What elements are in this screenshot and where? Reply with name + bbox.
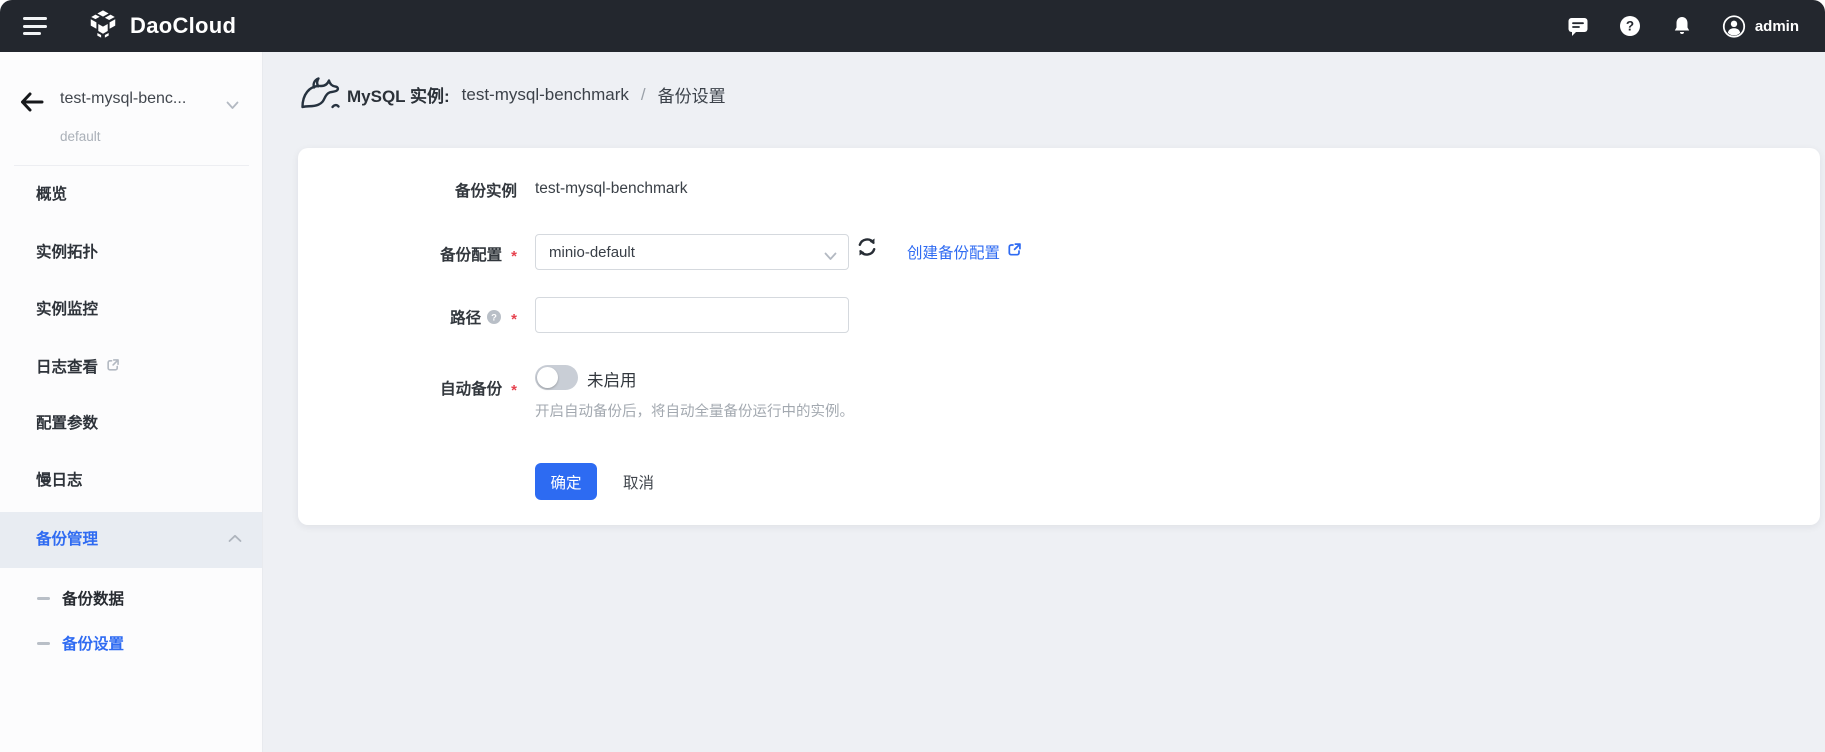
breadcrumb-prefix: MySQL 实例: <box>347 87 450 106</box>
sidebar-item-overview[interactable]: 概览 <box>0 183 263 207</box>
menu-icon[interactable] <box>23 17 47 35</box>
path-input[interactable] <box>535 297 849 333</box>
required-asterisk: * <box>511 310 517 328</box>
help-icon[interactable]: ? <box>1618 14 1642 38</box>
backup-config-selected-value: minio-default <box>549 243 635 261</box>
sidebar-item-monitoring[interactable]: 实例监控 <box>0 298 263 322</box>
sidebar-header: test-mysql-benc... <box>0 88 262 116</box>
external-link-icon <box>106 356 120 380</box>
sidebar-item-logs[interactable]: 日志查看 <box>0 356 263 380</box>
required-asterisk: * <box>511 381 517 399</box>
namespace-label: default <box>60 129 101 144</box>
svg-text:?: ? <box>491 312 497 323</box>
backup-config-select[interactable]: minio-default <box>535 234 849 270</box>
topbar: DaoCloud ? admin <box>0 0 1825 52</box>
external-link-icon <box>1007 242 1022 262</box>
backup-settings-card: 备份实例 test-mysql-benchmark 备份配置 * minio-d… <box>298 148 1820 525</box>
brand: DaoCloud <box>87 8 236 45</box>
sidebar-item-slowlog[interactable]: 慢日志 <box>0 469 263 493</box>
auto-backup-state: 未启用 <box>587 372 637 390</box>
message-icon[interactable] <box>1566 14 1590 38</box>
help-glyph: ? <box>1626 19 1634 34</box>
back-arrow-icon[interactable] <box>19 90 45 114</box>
dash-icon <box>37 642 50 645</box>
sidebar-item-backup-settings[interactable]: 备份设置 <box>0 631 263 655</box>
dash-icon <box>37 597 50 600</box>
auto-backup-hint: 开启自动备份后，将自动全量备份运行中的实例。 <box>535 404 854 420</box>
bell-icon[interactable] <box>1670 14 1694 38</box>
sidebar-item-backup[interactable]: 备份管理 <box>0 528 263 552</box>
backup-instance-value: test-mysql-benchmark <box>535 180 688 197</box>
breadcrumb-current: 备份设置 <box>657 87 726 106</box>
topbar-right: ? admin <box>1566 14 1825 38</box>
backup-config-label: 备份配置 <box>440 247 503 264</box>
main-content: MySQL 实例: test-mysql-benchmark / 备份设置 备份… <box>263 52 1825 752</box>
create-backup-config-link[interactable]: 创建备份配置 <box>907 241 1022 263</box>
breadcrumb-instance[interactable]: test-mysql-benchmark <box>462 85 629 105</box>
avatar-icon <box>1722 14 1746 38</box>
sidebar-divider <box>14 165 249 166</box>
sidebar-item-parameters[interactable]: 配置参数 <box>0 412 263 436</box>
required-asterisk: * <box>511 247 517 265</box>
backup-instance-label: 备份实例 <box>454 183 517 200</box>
help-circle-icon[interactable]: ? <box>486 309 502 325</box>
breadcrumb-separator: / <box>640 84 646 104</box>
user-name: admin <box>1754 17 1799 35</box>
confirm-button[interactable]: 确定 <box>535 463 597 500</box>
path-label: 路径 <box>450 310 482 327</box>
mysql-dolphin-icon <box>299 76 341 117</box>
daocloud-logo-icon <box>87 8 119 45</box>
auto-backup-toggle[interactable] <box>535 365 578 390</box>
auto-backup-label: 自动备份 <box>440 381 503 398</box>
refresh-icon[interactable] <box>853 233 881 261</box>
chevron-down-icon <box>824 248 837 266</box>
breadcrumb: MySQL 实例: test-mysql-benchmark / 备份设置 <box>263 52 1825 116</box>
instance-switcher[interactable]: test-mysql-benc... <box>60 90 186 108</box>
chevron-up-icon[interactable] <box>228 530 242 548</box>
sidebar-item-topology[interactable]: 实例拓扑 <box>0 241 263 265</box>
brand-name: DaoCloud <box>130 13 237 38</box>
sidebar: test-mysql-benc... default 概览 实例拓扑 实例监控 … <box>0 52 263 752</box>
cancel-button[interactable]: 取消 <box>623 471 654 493</box>
sidebar-item-backup-data[interactable]: 备份数据 <box>0 586 263 610</box>
chevron-down-icon[interactable] <box>226 97 239 115</box>
user-chip[interactable]: admin <box>1722 14 1799 38</box>
